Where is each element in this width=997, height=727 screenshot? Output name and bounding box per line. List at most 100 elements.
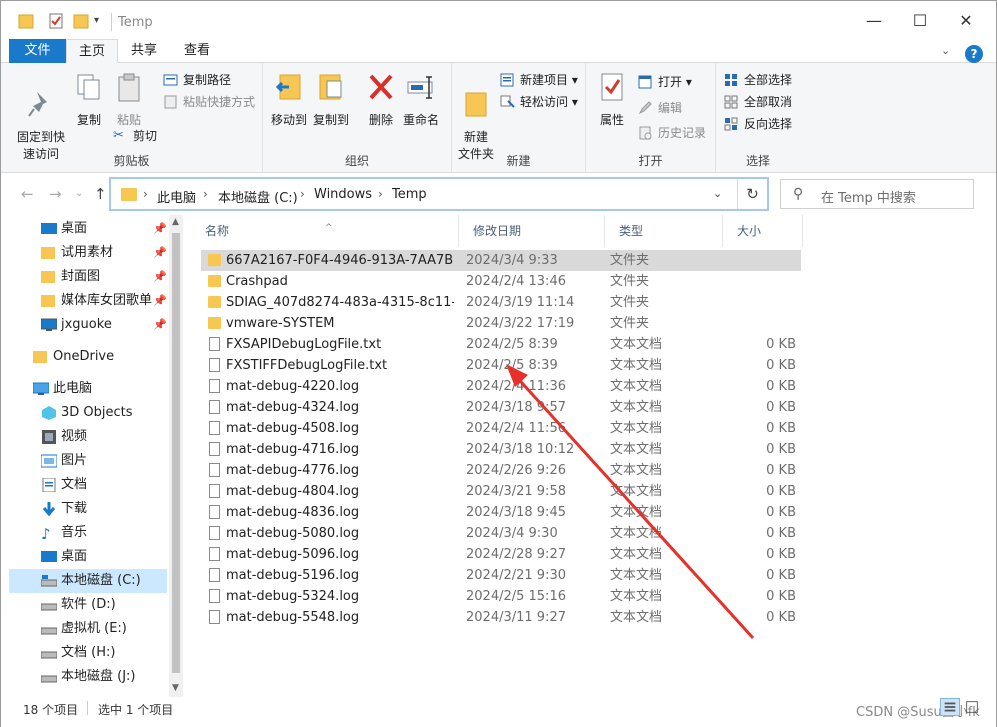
file-row[interactable]: SDIAG_407d8274-483a-4315-8c11-57... 2024/…	[201, 292, 801, 313]
copy-path-button[interactable]: 复制路径	[163, 70, 231, 90]
nav-item-this-pc[interactable]: 此电脑	[9, 377, 167, 401]
nav-item-playlist[interactable]: 媒体库女团歌单 📌	[9, 289, 167, 313]
pin-icon[interactable]: 📌	[153, 241, 167, 265]
nav-item-drive-h[interactable]: 文档 (H:)	[9, 641, 167, 665]
nav-scrollbar[interactable]: ▲ ▼	[169, 215, 183, 697]
nav-item-music[interactable]: ♪ 音乐	[9, 521, 167, 545]
new-folder-icon[interactable]	[73, 13, 89, 29]
breadcrumb-windows[interactable]: Windows	[314, 187, 372, 202]
pin-icon[interactable]: 📌	[153, 217, 167, 241]
chevron-down-icon[interactable]: ⌄	[941, 44, 950, 57]
nav-item-desktop[interactable]: 桌面 📌	[9, 217, 167, 241]
nav-item-drive-c[interactable]: 本地磁盘 (C:)	[9, 569, 167, 593]
column-header-date[interactable]: 修改日期	[459, 215, 605, 247]
recent-locations-icon[interactable]: ⌄	[75, 188, 83, 199]
edit-button[interactable]: 编辑	[638, 98, 682, 118]
pin-icon[interactable]: 📌	[153, 289, 167, 313]
file-row[interactable]: mat-debug-4324.log 2024/3/18 9:57 文本文档 0 KB	[201, 397, 801, 418]
file-row[interactable]: mat-debug-4220.log 2024/2/4 11:36 文本文档 0 KB	[201, 376, 801, 397]
breadcrumb-separator[interactable]: ›	[378, 187, 383, 201]
search-input[interactable]: 在 Temp 中搜索	[821, 187, 916, 206]
file-row[interactable]: mat-debug-5548.log 2024/3/11 9:27 文本文档 0 KB	[201, 607, 801, 628]
nav-item-drive-e[interactable]: 虚拟机 (E:)	[9, 617, 167, 641]
breadcrumb-separator[interactable]: ›	[203, 187, 208, 201]
help-icon[interactable]: ?	[965, 45, 983, 63]
properties-icon[interactable]	[48, 13, 64, 29]
file-row[interactable]: FXSTIFFDebugLogFile.txt 2024/2/5 8:39 文本文档…	[201, 355, 801, 376]
move-to-button[interactable]: 移动到	[269, 71, 309, 129]
nav-item-pictures[interactable]: 图片	[9, 449, 167, 473]
history-button[interactable]: 历史记录	[638, 123, 706, 143]
rename-button[interactable]: 重命名	[401, 71, 441, 129]
pin-quick-access-button[interactable]: 固定到快 速访问	[11, 71, 71, 163]
file-row[interactable]: mat-debug-4776.log 2024/2/26 9:26 文本文档 0 KB	[201, 460, 801, 481]
nav-item-documents[interactable]: 文档	[9, 473, 167, 497]
file-row[interactable]: mat-debug-4804.log 2024/3/21 9:58 文本文档 0 KB	[201, 481, 801, 502]
invert-selection-button[interactable]: 反向选择	[724, 114, 792, 134]
folder-icon[interactable]	[18, 13, 34, 29]
details-view-icon[interactable]	[940, 698, 960, 716]
nav-item-onedrive[interactable]: OneDrive	[9, 345, 167, 369]
file-row[interactable]: 667A2167-F0F4-4946-913A-7AA7B5B... 2024/3…	[201, 250, 801, 271]
nav-item-downloads[interactable]: 下载	[9, 497, 167, 521]
delete-button[interactable]: 删除	[365, 71, 397, 129]
breadcrumb-drive-c[interactable]: 本地磁盘 (C:)	[218, 187, 298, 206]
easy-access-button[interactable]: 轻松访问 ▾	[500, 92, 578, 112]
copy-button[interactable]: 复制	[71, 71, 107, 129]
column-header-size[interactable]: 大小	[723, 215, 803, 247]
file-row[interactable]: FXSAPIDebugLogFile.txt 2024/2/5 8:39 文本文档 0…	[201, 334, 801, 355]
file-row[interactable]: vmware-SYSTEM 2024/3/22 17:19 文件夹	[201, 313, 801, 334]
nav-item-cover[interactable]: 封面图 📌	[9, 265, 167, 289]
scroll-thumb[interactable]	[172, 233, 180, 673]
cut-button[interactable]: ✂ 剪切	[113, 126, 157, 146]
file-row[interactable]: mat-debug-5196.log 2024/2/21 9:30 文本文档 0 KB	[201, 565, 801, 586]
pin-icon[interactable]: 📌	[153, 313, 167, 337]
minimize-button[interactable]: —	[851, 1, 897, 39]
breadcrumb-this-pc[interactable]: 此电脑	[157, 187, 196, 206]
chevron-up-icon[interactable]: ▲	[172, 217, 179, 227]
select-all-button[interactable]: 全部选择	[724, 70, 792, 90]
nav-item-3d-objects[interactable]: 3D Objects	[9, 401, 167, 425]
nav-item-videos[interactable]: 视频	[9, 425, 167, 449]
select-none-button[interactable]: 全部取消	[724, 92, 792, 112]
forward-icon[interactable]: →	[49, 185, 62, 203]
tab-view[interactable]: 查看	[171, 39, 223, 63]
file-row[interactable]: mat-debug-5080.log 2024/3/4 9:30 文本文档 0 KB	[201, 523, 801, 544]
file-row[interactable]: mat-debug-5324.log 2024/2/5 15:16 文本文档 0 KB	[201, 586, 801, 607]
new-folder-button[interactable]: 新建 文件夹	[456, 71, 496, 163]
paste-shortcut-button[interactable]: 粘贴快捷方式	[163, 92, 255, 112]
file-row[interactable]: mat-debug-4836.log 2024/3/18 9:45 文本文档 0 KB	[201, 502, 801, 523]
file-row[interactable]: mat-debug-4508.log 2024/2/4 11:56 文本文档 0 KB	[201, 418, 801, 439]
file-row[interactable]: mat-debug-5096.log 2024/2/28 9:27 文本文档 0 KB	[201, 544, 801, 565]
close-button[interactable]: ✕	[943, 1, 989, 39]
file-row[interactable]: mat-debug-4716.log 2024/3/18 10:12 文本文档 0 K…	[201, 439, 801, 460]
nav-item-desktop-pc[interactable]: 桌面	[9, 545, 167, 569]
new-item-button[interactable]: 新建项目 ▾	[500, 70, 578, 90]
file-row[interactable]: Crashpad 2024/2/4 13:46 文件夹	[201, 271, 801, 292]
paste-button[interactable]: 粘贴	[111, 71, 147, 129]
up-icon[interactable]: ↑	[94, 185, 107, 203]
pin-icon[interactable]: 📌	[153, 265, 167, 289]
chevron-down-icon[interactable]: ⌄	[713, 187, 722, 200]
nav-item-trial-material[interactable]: 试用素材 📌	[9, 241, 167, 265]
tab-file[interactable]: 文件	[9, 39, 66, 63]
breadcrumb-separator[interactable]: ›	[300, 187, 305, 201]
breadcrumb-separator[interactable]: ›	[143, 187, 148, 201]
maximize-button[interactable]: ☐	[897, 1, 943, 39]
nav-item-jxguoke[interactable]: jxguoke 📌	[9, 313, 167, 337]
breadcrumb-temp[interactable]: Temp	[392, 187, 427, 202]
copy-to-button[interactable]: 复制到	[311, 71, 351, 129]
refresh-icon[interactable]: ↻	[737, 179, 767, 209]
column-header-name[interactable]: 名称 ^	[191, 215, 459, 247]
nav-item-drive-j[interactable]: 本地磁盘 (J:)	[9, 665, 167, 689]
open-button[interactable]: 打开 ▾	[638, 72, 692, 92]
tab-share[interactable]: 共享	[118, 39, 170, 63]
column-header-type[interactable]: 类型	[605, 215, 723, 247]
customize-toolbar-icon[interactable]: ▾	[94, 15, 110, 31]
search-box[interactable]: ⚲ 在 Temp 中搜索	[780, 179, 974, 209]
nav-item-drive-d[interactable]: 软件 (D:)	[9, 593, 167, 617]
tab-home[interactable]: 主页	[66, 39, 118, 63]
chevron-down-icon[interactable]: ▼	[172, 683, 179, 693]
large-icons-view-icon[interactable]	[962, 698, 982, 716]
address-bar[interactable]: › 此电脑 › 本地磁盘 (C:) › Windows › Temp ⌄ ↻	[109, 177, 769, 211]
